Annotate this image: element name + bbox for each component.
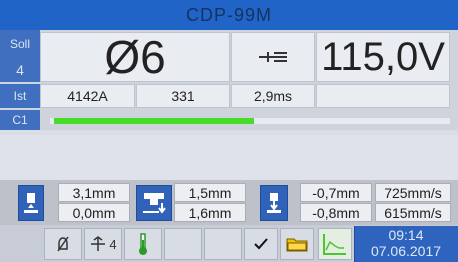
toolbar-empty-1[interactable] [164, 228, 202, 260]
param2-top[interactable]: 1,5mm [174, 183, 246, 202]
toolbar-empty-2[interactable] [204, 228, 242, 260]
machine-title: CDP-99M [185, 5, 272, 25]
folder-icon [286, 238, 308, 252]
stud-height-icon [24, 193, 38, 213]
check-icon [254, 238, 268, 250]
voltage-value: 115,0V [321, 35, 445, 79]
soll-index: 4 [0, 58, 40, 82]
ist-current-value: 4142A [67, 88, 108, 104]
ist-label: Ist [0, 84, 40, 108]
bell-off-icon [57, 236, 69, 252]
mode-number: 4 [109, 236, 117, 252]
confirm-button[interactable] [244, 228, 278, 260]
ist-value2: 331 [171, 88, 195, 104]
plunger-icon [259, 52, 287, 62]
plunge-button[interactable] [260, 185, 288, 221]
mode-icon [91, 236, 106, 251]
clock-time: 09:14 [388, 227, 424, 243]
ist-time-value: 2,9ms [253, 88, 293, 104]
clock-date: 07.06.2017 [370, 243, 442, 259]
soll-label: Soll [0, 30, 40, 58]
temperature-button[interactable] [124, 228, 162, 260]
mode-button[interactable]: 4 [84, 228, 122, 260]
lift-icon [143, 193, 166, 214]
chart-button[interactable] [318, 228, 352, 260]
lift-button[interactable] [136, 185, 172, 221]
mute-button[interactable] [44, 228, 82, 260]
blank-area [0, 135, 458, 180]
param3-bottom[interactable]: -0,8mm [300, 203, 372, 222]
stud-height-button[interactable] [18, 185, 44, 221]
plunger-cell[interactable] [231, 32, 315, 82]
param2-bottom[interactable]: 1,6mm [174, 203, 246, 222]
charge-progress-fill [54, 118, 254, 124]
param1-bottom[interactable]: 0,0mm [58, 203, 130, 222]
c1-label: C1 [0, 110, 40, 130]
param1-top[interactable]: 3,1mm [58, 183, 130, 202]
plunge-icon [267, 193, 281, 213]
ist-extra-cell [316, 84, 450, 108]
folder-button[interactable] [280, 228, 314, 260]
curve-chart-icon [323, 234, 346, 255]
thermometer-icon [139, 233, 147, 255]
diameter-value: Ø6 [104, 31, 166, 83]
param3-top[interactable]: -0,7mm [300, 183, 372, 202]
param4-top[interactable]: 725mm/s [375, 183, 451, 202]
param4-bottom[interactable]: 615mm/s [375, 203, 451, 222]
